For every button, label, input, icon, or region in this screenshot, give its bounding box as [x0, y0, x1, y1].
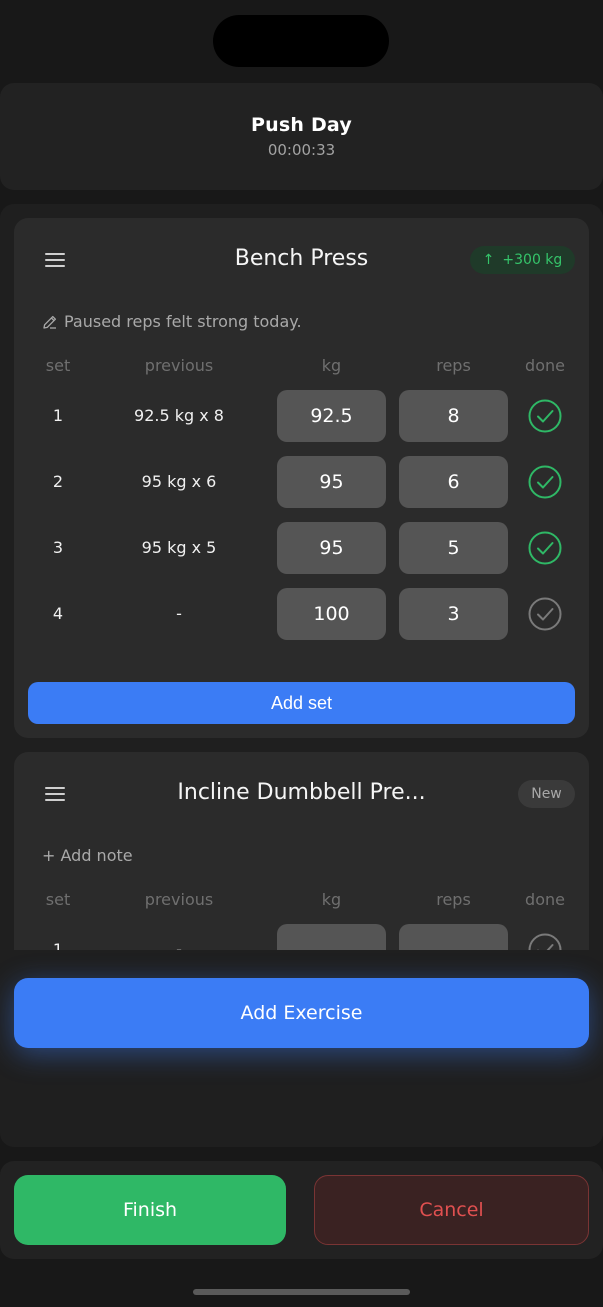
col-header-reps: reps	[436, 890, 471, 909]
check-pending-icon[interactable]	[528, 597, 562, 631]
check-done-icon[interactable]	[528, 465, 562, 499]
note-text: Paused reps felt strong today.	[64, 312, 302, 331]
pr-badge: ↑ +300 kg	[470, 246, 575, 274]
home-indicator[interactable]	[193, 1289, 410, 1295]
col-header-reps: reps	[436, 356, 471, 375]
previous-value: 95 kg x 5	[141, 538, 217, 557]
previous-value: 95 kg x 6	[141, 472, 217, 491]
kg-input[interactable]: 92.5	[277, 390, 386, 442]
exercise-note[interactable]: Paused reps felt strong today.	[42, 312, 302, 331]
previous-value: 92.5 kg x 8	[134, 406, 224, 425]
kg-input[interactable]: 100	[277, 588, 386, 640]
pr-badge-label: +300 kg	[502, 252, 563, 268]
reps-input[interactable]	[399, 924, 508, 950]
exercise-title[interactable]: Bench Press	[164, 246, 439, 271]
check-pending-icon[interactable]	[528, 933, 562, 950]
add-set-button[interactable]: Add set	[28, 682, 575, 724]
set-row: 1 92.5 kg x 8 92.5 8	[14, 390, 589, 442]
col-header-previous: previous	[144, 356, 214, 375]
exercise-card: Bench Press ↑ +300 kg Paused reps felt s…	[14, 218, 589, 738]
reps-input[interactable]: 3	[399, 588, 508, 640]
check-done-icon[interactable]	[528, 531, 562, 565]
workout-timer: 00:00:33	[267, 141, 336, 159]
col-header-kg: kg	[321, 890, 342, 909]
add-exercise-button[interactable]: Add Exercise	[14, 978, 589, 1048]
reps-input[interactable]: 8	[399, 390, 508, 442]
kg-input[interactable]	[277, 924, 386, 950]
cancel-button[interactable]: Cancel	[314, 1175, 589, 1245]
col-header-previous: previous	[144, 890, 214, 909]
set-row: 1 -	[14, 924, 589, 950]
set-number: 2	[52, 472, 64, 491]
drag-handle-icon[interactable]	[45, 787, 65, 801]
arrow-up-icon: ↑	[482, 252, 495, 268]
finish-button[interactable]: Finish	[14, 1175, 286, 1245]
check-done-icon[interactable]	[528, 399, 562, 433]
pencil-icon	[43, 315, 57, 329]
drag-handle-icon[interactable]	[45, 253, 65, 267]
workout-title: Push Day	[251, 114, 352, 136]
reps-input[interactable]: 6	[399, 456, 508, 508]
set-number: 3	[52, 538, 64, 557]
set-row: 4 - 100 3	[14, 588, 589, 640]
set-number: 4	[52, 604, 64, 623]
col-header-done: done	[525, 356, 565, 375]
workout-header: Push Day 00:00:33	[0, 83, 603, 190]
new-badge: New	[518, 780, 575, 808]
col-header-kg: kg	[321, 356, 342, 375]
exercise-scroll-area[interactable]: Bench Press ↑ +300 kg Paused reps felt s…	[0, 204, 603, 950]
set-row: 3 95 kg x 5 95 5	[14, 522, 589, 574]
add-note-button[interactable]: + Add note	[42, 846, 133, 865]
col-header-done: done	[525, 890, 565, 909]
previous-value: -	[176, 940, 182, 950]
exercise-card: Incline Dumbbell Pre... New + Add note s…	[14, 752, 589, 950]
kg-input[interactable]: 95	[277, 522, 386, 574]
dynamic-island	[213, 15, 389, 67]
col-header-set: set	[45, 890, 71, 909]
reps-input[interactable]: 5	[399, 522, 508, 574]
col-header-set: set	[45, 356, 71, 375]
set-number: 1	[52, 406, 64, 425]
exercise-title[interactable]: Incline Dumbbell Pre...	[164, 780, 439, 805]
footer-bar: Finish Cancel	[0, 1161, 603, 1259]
set-row: 2 95 kg x 6 95 6	[14, 456, 589, 508]
kg-input[interactable]: 95	[277, 456, 386, 508]
set-number: 1	[52, 940, 64, 950]
workout-screen: Push Day 00:00:33 Bench Press ↑ +300 kg	[0, 0, 603, 1307]
previous-value: -	[176, 604, 182, 623]
